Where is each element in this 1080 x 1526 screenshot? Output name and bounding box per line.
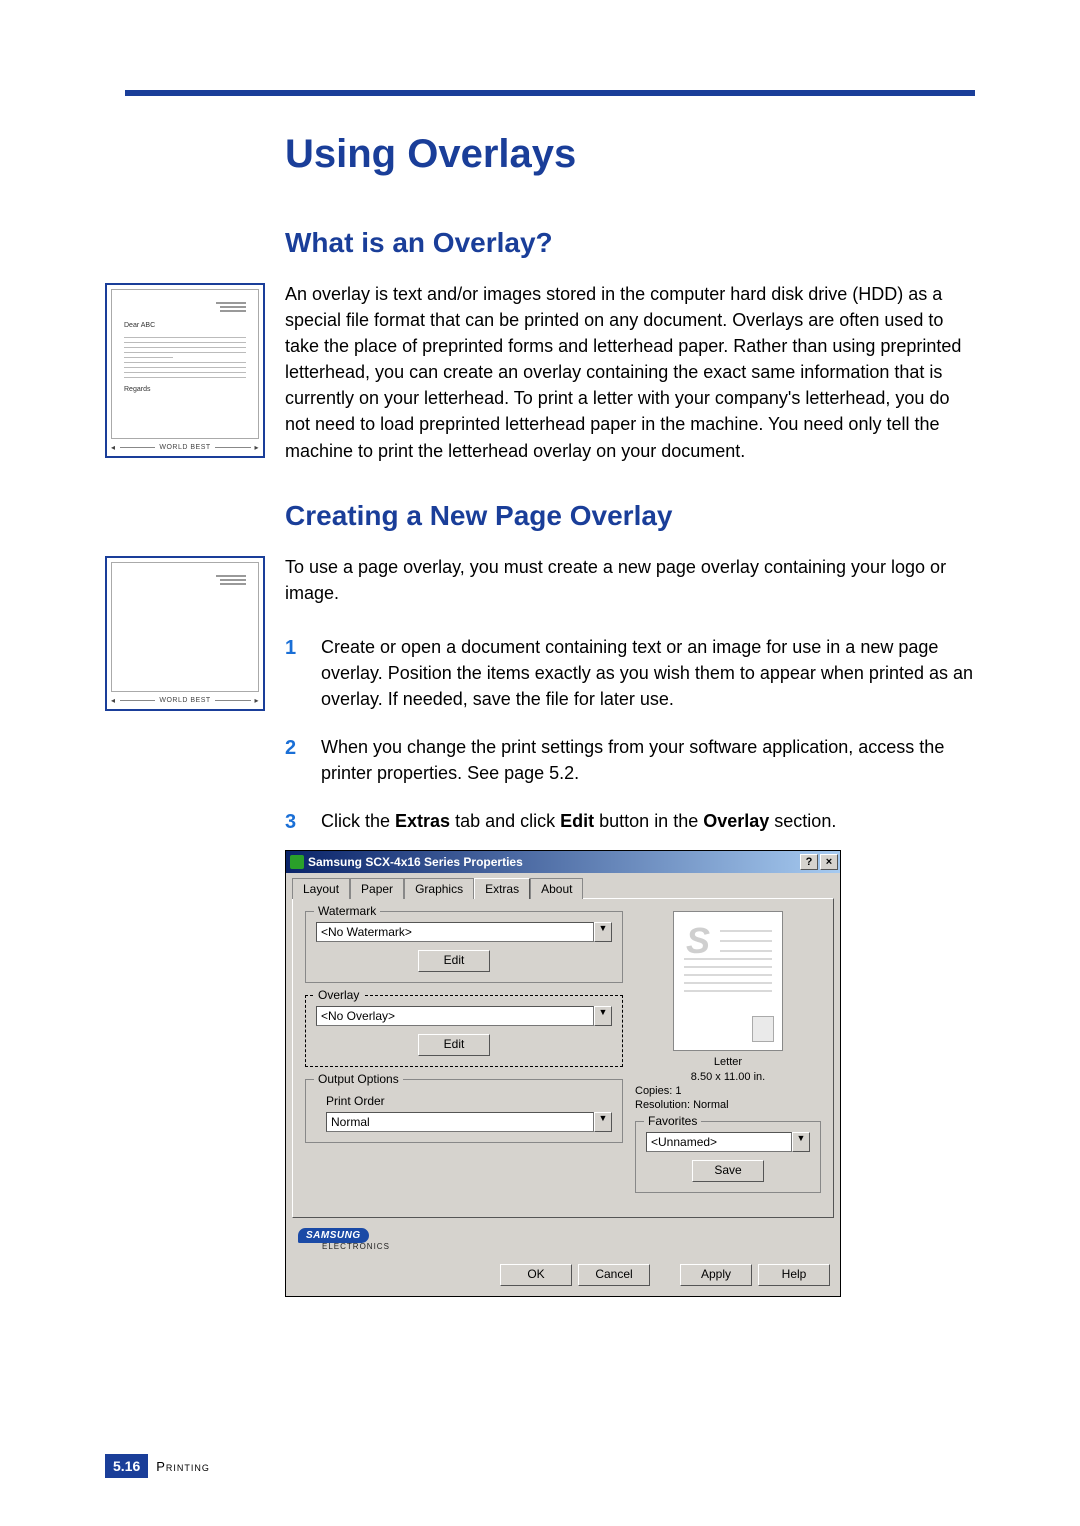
favorites-value: <Unnamed> xyxy=(646,1132,792,1152)
tab-graphics[interactable]: Graphics xyxy=(404,878,474,899)
watermark-select-value: <No Watermark> xyxy=(316,922,594,942)
fig-dear-text: Dear ABC xyxy=(124,322,246,329)
printer-properties-dialog: Samsung SCX-4x16 Series Properties ? × L… xyxy=(285,850,841,1296)
cancel-button[interactable]: Cancel xyxy=(578,1264,650,1286)
arrow-left-icon: ◂ xyxy=(111,443,116,452)
overlay-edit-button[interactable]: Edit xyxy=(418,1034,490,1056)
chevron-down-icon[interactable]: ▼ xyxy=(594,1006,612,1026)
arrow-right-icon: ▸ xyxy=(255,696,260,705)
preview-copies: Copies: 1 xyxy=(635,1084,821,1098)
preview-resolution: Resolution: Normal xyxy=(635,1098,821,1112)
app-icon xyxy=(290,855,304,869)
preview-paper-size: 8.50 x 11.00 in. xyxy=(635,1070,821,1084)
chevron-down-icon[interactable]: ▼ xyxy=(792,1132,810,1152)
arrow-left-icon: ◂ xyxy=(111,696,116,705)
tab-paper[interactable]: Paper xyxy=(350,878,404,899)
fig-world-best-label: WORLD BEST xyxy=(159,697,210,704)
page-section-name: Printing xyxy=(156,1459,210,1474)
section-what-is-overlay-heading: What is an Overlay? xyxy=(285,227,975,259)
watermark-group: Watermark <No Watermark> ▼ Edit xyxy=(305,911,623,983)
print-order-value: Normal xyxy=(326,1112,594,1132)
overlay-letter-figure: Dear ABC Regards ◂ WORLD BEST ▸ xyxy=(105,283,265,458)
step-number-1: 1 xyxy=(285,634,296,663)
watermark-select[interactable]: <No Watermark> ▼ xyxy=(316,922,612,942)
favorites-legend: Favorites xyxy=(644,1114,701,1128)
favorites-select[interactable]: <Unnamed> ▼ xyxy=(646,1132,810,1152)
page-preview: S xyxy=(673,911,783,1051)
overlay-description-paragraph: An overlay is text and/or images stored … xyxy=(285,281,975,464)
tab-extras[interactable]: Extras xyxy=(474,878,530,899)
page-number: 5.16 xyxy=(105,1454,148,1478)
watermark-legend: Watermark xyxy=(314,904,380,918)
step-3-text: Click the Extras tab and click Edit butt… xyxy=(321,811,836,831)
overlay-select-value: <No Overlay> xyxy=(316,1006,594,1026)
logo-icon xyxy=(216,300,246,314)
output-options-group: Output Options Print Order Normal ▼ xyxy=(305,1079,623,1143)
apply-button[interactable]: Apply xyxy=(680,1264,752,1286)
brand-logo: SAMSUNG ELECTRONICS xyxy=(298,1230,390,1252)
page-icon xyxy=(752,1016,774,1042)
help-button[interactable]: Help xyxy=(758,1264,830,1286)
overlay-group: Overlay <No Overlay> ▼ Edit xyxy=(305,995,623,1067)
watermark-edit-button[interactable]: Edit xyxy=(418,950,490,972)
print-order-label: Print Order xyxy=(326,1094,612,1108)
page-title: Using Overlays xyxy=(285,132,975,177)
step-2-text: When you change the print settings from … xyxy=(321,737,944,783)
arrow-right-icon: ▸ xyxy=(255,443,260,452)
overlay-legend: Overlay xyxy=(314,988,363,1002)
header-rule xyxy=(125,90,975,96)
close-button[interactable]: × xyxy=(820,854,838,870)
fig-letter-lines xyxy=(124,333,246,382)
chevron-down-icon[interactable]: ▼ xyxy=(594,922,612,942)
tab-about[interactable]: About xyxy=(530,878,583,899)
preview-letter-icon: S xyxy=(686,920,710,962)
logo-icon xyxy=(216,573,246,587)
step-number-2: 2 xyxy=(285,734,296,763)
preview-paper-name: Letter xyxy=(635,1055,821,1069)
favorites-group: Favorites <Unnamed> ▼ Save xyxy=(635,1121,821,1193)
section-creating-overlay-heading: Creating a New Page Overlay xyxy=(285,500,975,532)
overlay-select[interactable]: <No Overlay> ▼ xyxy=(316,1006,612,1026)
chevron-down-icon[interactable]: ▼ xyxy=(594,1112,612,1132)
step-1-text: Create or open a document containing tex… xyxy=(321,637,973,709)
tab-layout[interactable]: Layout xyxy=(292,878,350,899)
overlay-blank-figure: ◂ WORLD BEST ▸ xyxy=(105,556,265,711)
fig-world-best-label: WORLD BEST xyxy=(159,444,210,451)
print-order-select[interactable]: Normal ▼ xyxy=(326,1112,612,1132)
context-help-button[interactable]: ? xyxy=(800,854,818,870)
fig-regards-text: Regards xyxy=(124,386,246,393)
brand-sub: ELECTRONICS xyxy=(322,1242,390,1251)
dialog-title: Samsung SCX-4x16 Series Properties xyxy=(308,855,798,869)
output-options-legend: Output Options xyxy=(314,1072,403,1086)
ok-button[interactable]: OK xyxy=(500,1264,572,1286)
favorites-save-button[interactable]: Save xyxy=(692,1160,764,1182)
step-number-3: 3 xyxy=(285,808,296,837)
brand-name: SAMSUNG xyxy=(298,1228,369,1243)
creating-overlay-intro: To use a page overlay, you must create a… xyxy=(285,554,975,606)
